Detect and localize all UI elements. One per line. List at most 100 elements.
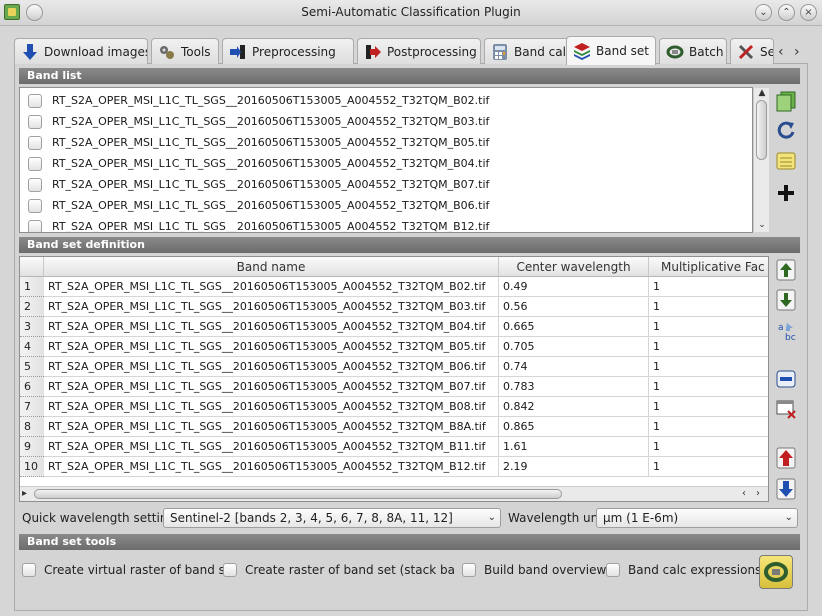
list-item[interactable]: RT_S2A_OPER_MSI_L1C_TL_SGS__20160506T153… (20, 111, 752, 132)
column-header-multiplicative-factor[interactable]: Multiplicative Fac (649, 257, 768, 277)
build-band-overviews-checkbox[interactable] (462, 563, 476, 577)
row-number[interactable]: 2 (20, 297, 44, 317)
list-item[interactable]: RT_S2A_OPER_MSI_L1C_TL_SGS__20160506T153… (20, 153, 752, 174)
band-checkbox[interactable] (28, 156, 42, 171)
band-calc-expressions-checkbox[interactable] (606, 563, 620, 577)
move-up-button[interactable] (773, 257, 799, 283)
add-to-band-set-button[interactable] (773, 180, 799, 206)
maximize-button[interactable]: ⌃ (778, 4, 795, 21)
create-raster-stack-checkbox[interactable] (223, 563, 237, 577)
table-cell-wavelength[interactable]: 0.705 (499, 337, 649, 357)
table-cell-band-name[interactable]: RT_S2A_OPER_MSI_L1C_TL_SGS__20160506T153… (44, 417, 499, 437)
tab-settings[interactable]: Se (730, 38, 774, 64)
table-cell-wavelength[interactable]: 0.783 (499, 377, 649, 397)
row-number[interactable]: 8 (20, 417, 44, 437)
table-cell-wavelength[interactable]: 1.61 (499, 437, 649, 457)
table-cell-multiplicative-factor[interactable]: 1 (649, 357, 768, 377)
row-number[interactable]: 9 (20, 437, 44, 457)
row-number[interactable]: 1 (20, 277, 44, 297)
table-cell-multiplicative-factor[interactable]: 1 (649, 297, 768, 317)
move-down-button[interactable] (773, 287, 799, 313)
clear-table-button[interactable] (773, 396, 799, 422)
table-cell-multiplicative-factor[interactable]: 1 (649, 417, 768, 437)
table-cell-wavelength[interactable]: 0.842 (499, 397, 649, 417)
table-cell-wavelength[interactable]: 0.49 (499, 277, 649, 297)
create-raster-stack-option[interactable]: Create raster of band set (stack bands) (223, 563, 455, 577)
create-virtual-raster-checkbox[interactable] (22, 563, 36, 577)
band-set-table-scrollbar[interactable]: ▸ ‹ › (20, 486, 768, 501)
band-list-options-button[interactable] (773, 148, 799, 174)
band-checkbox[interactable] (28, 177, 42, 192)
band-list[interactable]: RT_S2A_OPER_MSI_L1C_TL_SGS__20160506T153… (19, 87, 753, 233)
table-cell-band-name[interactable]: RT_S2A_OPER_MSI_L1C_TL_SGS__20160506T153… (44, 357, 499, 377)
build-band-overviews-option[interactable]: Build band overviews (462, 563, 613, 577)
refresh-button[interactable] (773, 118, 799, 144)
scrollbar-thumb[interactable] (34, 489, 562, 499)
column-header-center-wavelength[interactable]: Center wavelength (499, 257, 649, 277)
table-cell-band-name[interactable]: RT_S2A_OPER_MSI_L1C_TL_SGS__20160506T153… (44, 397, 499, 417)
list-item[interactable]: RT_S2A_OPER_MSI_L1C_TL_SGS__20160506T153… (20, 132, 752, 153)
row-number[interactable]: 10 (20, 457, 44, 477)
table-cell-multiplicative-factor[interactable]: 1 (649, 437, 768, 457)
tab-band-set[interactable]: Band set (566, 36, 656, 65)
scroll-down-icon[interactable]: ⌄ (754, 220, 770, 230)
table-cell-multiplicative-factor[interactable]: 1 (649, 377, 768, 397)
table-cell-wavelength[interactable]: 0.56 (499, 297, 649, 317)
scroll-left-icon[interactable]: ‹ (742, 487, 746, 501)
list-item[interactable]: RT_S2A_OPER_MSI_L1C_TL_SGS__20160506T153… (20, 90, 752, 111)
scrollbar-thumb[interactable] (756, 100, 767, 160)
band-checkbox[interactable] (28, 93, 42, 108)
table-cell-band-name[interactable]: RT_S2A_OPER_MSI_L1C_TL_SGS__20160506T153… (44, 457, 499, 477)
close-button[interactable]: × (800, 4, 817, 21)
tab-scroll-left-icon[interactable]: ‹ (778, 44, 784, 60)
table-cell-wavelength[interactable]: 0.665 (499, 317, 649, 337)
table-cell-band-name[interactable]: RT_S2A_OPER_MSI_L1C_TL_SGS__20160506T153… (44, 377, 499, 397)
band-checkbox[interactable] (28, 219, 42, 232)
remove-band-button[interactable] (773, 366, 799, 392)
band-calc-expressions-option[interactable]: Band calc expressions (606, 563, 761, 577)
tab-batch[interactable]: Batch (659, 38, 727, 64)
row-number[interactable]: 7 (20, 397, 44, 417)
table-cell-band-name[interactable]: RT_S2A_OPER_MSI_L1C_TL_SGS__20160506T153… (44, 337, 499, 357)
band-checkbox[interactable] (28, 114, 42, 129)
row-number[interactable]: 4 (20, 337, 44, 357)
tab-tools[interactable]: Tools (151, 38, 219, 64)
band-set-table[interactable]: Band name Center wavelength Multiplicati… (19, 256, 769, 502)
tab-postprocessing[interactable]: Postprocessing (357, 38, 481, 64)
scroll-up-icon[interactable]: ▲ (754, 88, 770, 98)
band-list-scrollbar[interactable]: ▲ ⌄ (753, 88, 769, 232)
tab-preprocessing[interactable]: Preprocessing (222, 38, 354, 64)
export-band-set-button[interactable] (773, 476, 799, 502)
run-button[interactable] (759, 555, 793, 589)
select-all-button[interactable] (773, 88, 799, 114)
list-item[interactable]: RT_S2A_OPER_MSI_L1C_TL_SGS__20160506T153… (20, 216, 752, 232)
import-band-set-button[interactable] (773, 445, 799, 471)
tab-band-calc[interactable]: Band calc (484, 38, 576, 64)
scroll-right-icon[interactable]: › (756, 487, 760, 501)
tab-download-images[interactable]: Download images (14, 38, 148, 64)
table-cell-band-name[interactable]: RT_S2A_OPER_MSI_L1C_TL_SGS__20160506T153… (44, 277, 499, 297)
band-checkbox[interactable] (28, 135, 42, 150)
table-cell-multiplicative-factor[interactable]: 1 (649, 277, 768, 297)
table-cell-wavelength[interactable]: 0.865 (499, 417, 649, 437)
wavelength-unit-select[interactable]: µm (1 E-6m) ⌄ (596, 508, 798, 528)
row-number[interactable]: 5 (20, 357, 44, 377)
table-cell-wavelength[interactable]: 2.19 (499, 457, 649, 477)
list-item[interactable]: RT_S2A_OPER_MSI_L1C_TL_SGS__20160506T153… (20, 174, 752, 195)
quick-wavelength-select[interactable]: Sentinel-2 [bands 2, 3, 4, 5, 6, 7, 8, 8… (163, 508, 501, 528)
band-checkbox[interactable] (28, 198, 42, 213)
create-virtual-raster-option[interactable]: Create virtual raster of band set (22, 563, 237, 577)
table-cell-wavelength[interactable]: 0.74 (499, 357, 649, 377)
column-header-band-name[interactable]: Band name (44, 257, 499, 277)
table-cell-band-name[interactable]: RT_S2A_OPER_MSI_L1C_TL_SGS__20160506T153… (44, 297, 499, 317)
row-number[interactable]: 6 (20, 377, 44, 397)
scroll-left-icon[interactable]: ▸ (22, 487, 27, 501)
sort-by-name-button[interactable]: a bc (773, 318, 799, 344)
table-cell-multiplicative-factor[interactable]: 1 (649, 337, 768, 357)
minimize-button[interactable]: ⌄ (755, 4, 772, 21)
table-cell-multiplicative-factor[interactable]: 1 (649, 457, 768, 477)
table-cell-band-name[interactable]: RT_S2A_OPER_MSI_L1C_TL_SGS__20160506T153… (44, 437, 499, 457)
table-cell-multiplicative-factor[interactable]: 1 (649, 397, 768, 417)
table-cell-band-name[interactable]: RT_S2A_OPER_MSI_L1C_TL_SGS__20160506T153… (44, 317, 499, 337)
tab-scroll-right-icon[interactable]: › (794, 44, 800, 60)
